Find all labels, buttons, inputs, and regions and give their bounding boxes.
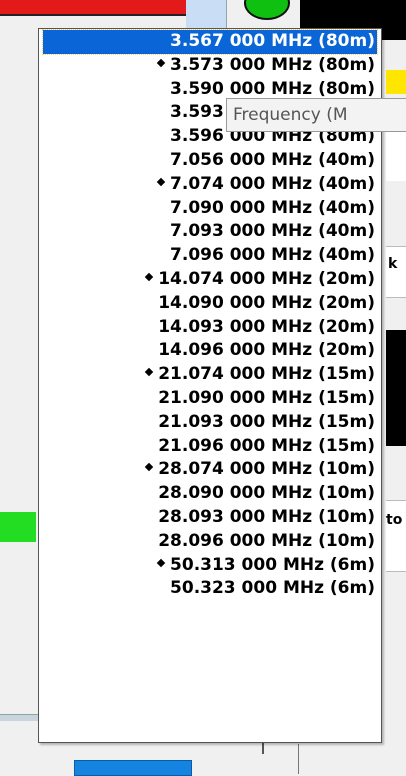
frequency-option-label: 21.096 000 MHz (15m) [158,435,375,456]
side-label-2: to [386,512,403,528]
frequency-option-label: 14.096 000 MHz (20m) [158,340,375,361]
frequency-option-label: 7.056 000 MHz (40m) [170,150,375,170]
frequency-option[interactable]: 14.093 000 MHz (20m) [158,316,375,340]
yellow-field [386,70,406,94]
frequency-option[interactable]: 21.096 000 MHz (15m) [158,435,375,459]
frequency-option[interactable]: 7.056 000 MHz (40m) [170,149,375,173]
frequency-option-label: 28.096 000 MHz (10m) [158,530,375,551]
tooltip: Frequency (M [226,98,406,132]
frequency-option[interactable]: 7.074 000 MHz (40m) [156,173,375,197]
frequency-option-selected[interactable]: 3.567 000 MHz (80m) [42,29,378,55]
frequency-option-label: 3.573 000 MHz (80m) [170,54,375,75]
frequency-option-label: 28.074 000 MHz (10m) [158,459,375,480]
frequency-option[interactable]: 28.090 000 MHz (10m) [158,482,375,506]
frequency-option-label: 14.074 000 MHz (20m) [158,269,375,289]
frequency-option-label: 7.074 000 MHz (40m) [170,173,375,194]
side-label-1: k [388,256,398,272]
frequency-option[interactable]: 14.074 000 MHz (20m) [144,268,375,292]
frequency-dropdown-list[interactable]: 3.567 000 MHz (80m) 3.573 000 MHz (80m) 3.… [38,28,382,743]
frequency-option-label: 28.090 000 MHz (10m) [158,483,375,504]
frequency-option[interactable]: 21.074 000 MHz (15m) [144,363,375,387]
frequency-option-label: 7.096 000 MHz (40m) [170,245,375,266]
frequency-option[interactable]: 14.096 000 MHz (20m) [158,339,375,363]
frequency-option[interactable]: 21.093 000 MHz (15m) [158,411,375,435]
frequency-option-label: 3.567 000 MHz (80m) [170,31,375,51]
frequency-option-label: 50.313 000 MHz (6m) [170,554,375,575]
frequency-option[interactable]: 28.096 000 MHz (10m) [158,530,375,554]
frequency-option-label: 50.323 000 MHz (6m) [170,578,375,599]
frequency-option-label: 7.093 000 MHz (40m) [170,221,375,242]
input-field-2[interactable] [386,246,406,298]
toolbar-cell [186,0,227,28]
frequency-option[interactable]: 28.093 000 MHz (10m) [158,506,375,530]
frequency-option[interactable]: 7.096 000 MHz (40m) [170,244,375,268]
slider-track[interactable] [0,714,40,721]
frequency-option[interactable]: 21.090 000 MHz (15m) [158,387,375,411]
bullet-marker-icon [156,177,166,187]
frequency-option[interactable]: 14.090 000 MHz (20m) [158,292,375,316]
bullet-marker-icon [144,367,154,377]
frequency-option-label: 3.590 000 MHz (80m) [170,78,375,99]
status-led-green [244,0,290,20]
indicator-underline [0,14,186,16]
black-panel-mid [386,330,406,446]
frequency-option-label: 28.093 000 MHz (10m) [158,507,375,527]
frequency-option[interactable]: 28.074 000 MHz (10m) [144,458,375,482]
frequency-option[interactable]: 3.573 000 MHz (80m) [156,54,375,78]
frequency-option-label: 21.074 000 MHz (15m) [158,364,375,385]
bullet-marker-icon [144,463,154,472]
bullet-marker-icon [144,272,154,282]
frequency-option[interactable]: 7.090 000 MHz (40m) [170,197,375,221]
frequency-option[interactable]: 50.313 000 MHz (6m) [156,554,375,578]
red-indicator-bar [0,0,186,14]
input-field-3[interactable] [386,500,406,572]
frequency-option-label: 7.090 000 MHz (40m) [170,197,375,218]
bullet-marker-icon [156,558,166,567]
green-status-box [0,512,36,542]
frequency-option[interactable]: 50.323 000 MHz (6m) [170,577,375,601]
frequency-option[interactable]: 7.093 000 MHz (40m) [170,220,375,244]
frequency-option-label: 21.090 000 MHz (15m) [158,388,375,408]
divider [298,744,299,774]
bullet-marker-icon [156,58,166,68]
frequency-option-label: 14.093 000 MHz (20m) [158,316,375,337]
frequency-option-label: 14.090 000 MHz (20m) [158,292,375,313]
frequency-option-label: 21.093 000 MHz (15m) [158,411,375,432]
